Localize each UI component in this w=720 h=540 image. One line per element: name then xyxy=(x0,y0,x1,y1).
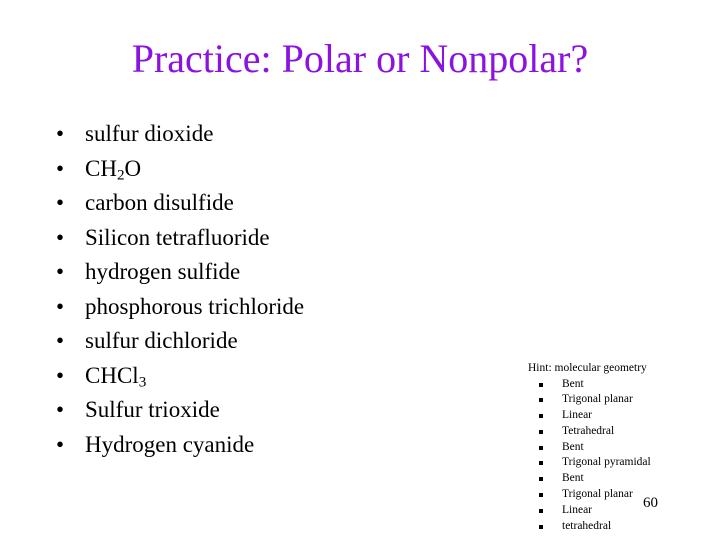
molecule-name: hydrogen sulfide xyxy=(85,259,241,284)
list-item: • Sulfur trioxide xyxy=(48,393,508,428)
hint-list-item: Bent xyxy=(528,440,703,456)
hint-geometry-label: Tetrahedral xyxy=(562,424,615,437)
list-item: • Silicon tetrafluoride xyxy=(48,221,508,256)
bullet-icon: • xyxy=(56,362,65,388)
hint-geometry-label: tetrahedral xyxy=(562,519,612,532)
list-item: • phosphorous trichloride xyxy=(48,290,508,325)
bullet-icon: • xyxy=(56,224,65,250)
molecule-name: sulfur dichloride xyxy=(85,328,238,353)
molecule-name: CHCl3 xyxy=(85,362,147,391)
square-bullet-icon xyxy=(539,493,543,498)
hint-list-item: Trigonal planar xyxy=(528,487,703,503)
bullet-icon: • xyxy=(56,431,65,457)
hint-geometry-label: Trigonal planar xyxy=(562,488,633,501)
hint-list-item: Linear xyxy=(528,408,703,424)
list-item: • sulfur dichloride xyxy=(48,324,508,359)
hint-list-item: Bent xyxy=(528,471,703,487)
list-item: • CHCl3 xyxy=(48,359,508,394)
slide-canvas: Practice: Polar or Nonpolar? • sulfur dio… xyxy=(0,0,720,540)
square-bullet-icon xyxy=(539,429,543,434)
bullet-icon: • xyxy=(56,397,65,422)
hint-geometry-list: Bent Trigonal planar Linear Tetrahedral Bent… xyxy=(528,377,703,535)
list-item: • hydrogen sulfide xyxy=(48,255,508,290)
bullet-icon: • xyxy=(56,293,65,319)
square-bullet-icon xyxy=(539,382,543,387)
hint-geometry-label: Bent xyxy=(562,377,584,390)
molecule-practice-list: • sulfur dioxide • CH2O • carbon disulfide • Si… xyxy=(48,117,508,462)
bullet-icon: • xyxy=(56,190,65,215)
hint-list-item: Linear xyxy=(528,503,703,519)
hint-geometry-label: Linear xyxy=(562,503,593,516)
bullet-icon: • xyxy=(56,328,65,353)
hint-geometry-label: Bent xyxy=(562,472,584,485)
hint-geometry-label: Bent xyxy=(562,440,584,453)
hint-list-item: Tetrahedral xyxy=(528,424,703,440)
list-item: • sulfur dioxide xyxy=(48,117,508,152)
square-bullet-icon xyxy=(539,445,543,450)
square-bullet-icon xyxy=(539,477,543,482)
slide-number: 60 xyxy=(643,495,658,511)
list-item: • CH2O xyxy=(48,152,508,187)
hint-list-item: Trigonal planar xyxy=(528,392,703,408)
hint-geometry-label: Trigonal planar xyxy=(562,393,633,406)
list-item: • carbon disulfide xyxy=(48,186,508,221)
list-item: • Hydrogen cyanide xyxy=(48,428,508,463)
hint-list-item: Bent xyxy=(528,377,703,393)
square-bullet-icon xyxy=(539,414,543,419)
hint-list-item: tetrahedral xyxy=(528,519,703,535)
bullet-icon: • xyxy=(56,259,65,284)
page-title: Practice: Polar or Nonpolar? xyxy=(131,36,589,81)
molecule-name: sulfur dioxide xyxy=(85,121,214,146)
molecule-name: phosphorous trichloride xyxy=(85,293,305,319)
bullet-icon: • xyxy=(56,155,65,181)
molecule-name: CH2O xyxy=(85,155,142,184)
molecule-name: carbon disulfide xyxy=(85,190,234,215)
molecule-name: Silicon tetrafluoride xyxy=(85,224,270,250)
hint-box: Hint: molecular geometry Bent Trigonal pl… xyxy=(528,361,703,534)
hint-title: Hint: molecular geometry xyxy=(528,362,647,374)
square-bullet-icon xyxy=(539,461,543,466)
square-bullet-icon xyxy=(539,524,543,529)
bullet-icon: • xyxy=(56,121,65,146)
hint-geometry-label: Linear xyxy=(562,409,593,422)
square-bullet-icon xyxy=(539,508,543,513)
hint-list-item: Trigonal pyramidal xyxy=(528,455,703,471)
square-bullet-icon xyxy=(539,398,543,403)
molecule-name: Hydrogen cyanide xyxy=(85,431,255,457)
hint-geometry-label: Trigonal pyramidal xyxy=(562,456,651,469)
molecule-name: Sulfur trioxide xyxy=(85,397,220,422)
